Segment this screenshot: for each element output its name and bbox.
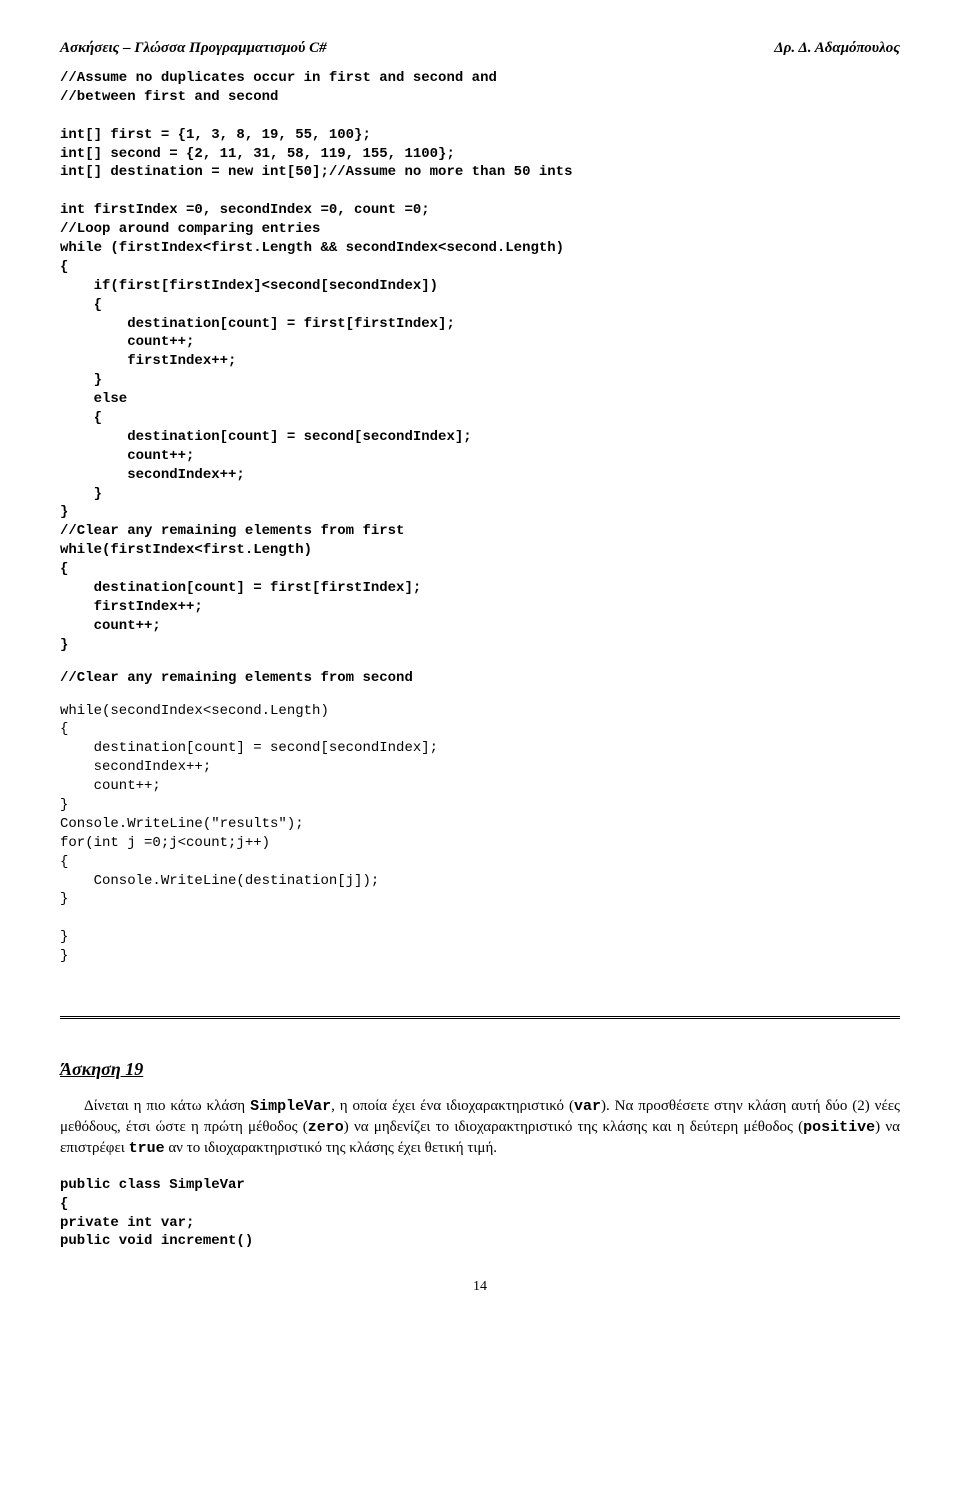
mono-positive: positive bbox=[803, 1119, 875, 1136]
mono-zero: zero bbox=[308, 1119, 344, 1136]
code-block-3: while(secondIndex<second.Length) { desti… bbox=[60, 702, 900, 966]
mono-simplevar: SimpleVar bbox=[250, 1098, 331, 1115]
page-number: 14 bbox=[60, 1279, 900, 1295]
code-block-2: //Clear any remaining elements from seco… bbox=[60, 669, 900, 688]
exercise-body: Δίνεται η πιο κάτω κλάση SimpleVar, η οπ… bbox=[60, 1096, 900, 1160]
text-p5: αν το ιδιοχαρακτηριστικό της κλάσης έχει… bbox=[165, 1140, 497, 1156]
code-block-4: public class SimpleVar { private int var… bbox=[60, 1176, 900, 1252]
code-block-1: //Assume no duplicates occur in first an… bbox=[60, 69, 900, 655]
mono-true: true bbox=[129, 1140, 165, 1157]
exercise-title: Άσκηση 19 bbox=[60, 1059, 900, 1080]
text-lead: Δίνεται η πιο κάτω κλάση bbox=[84, 1098, 250, 1114]
text-p1: , η οποία έχει ένα ιδιοχαρακτηριστικό ( bbox=[331, 1098, 574, 1114]
text-p3: ) να μηδενίζει το ιδιοχαρακτηριστικό της… bbox=[344, 1119, 803, 1135]
header-right: Δρ. Δ. Αδαμόπουλος bbox=[774, 40, 900, 57]
header-left: Ασκήσεις – Γλώσσα Προγραμματισμού C# bbox=[60, 40, 327, 57]
section-divider bbox=[60, 1016, 900, 1019]
page-header: Ασκήσεις – Γλώσσα Προγραμματισμού C# Δρ.… bbox=[60, 40, 900, 57]
mono-var: var bbox=[574, 1098, 601, 1115]
